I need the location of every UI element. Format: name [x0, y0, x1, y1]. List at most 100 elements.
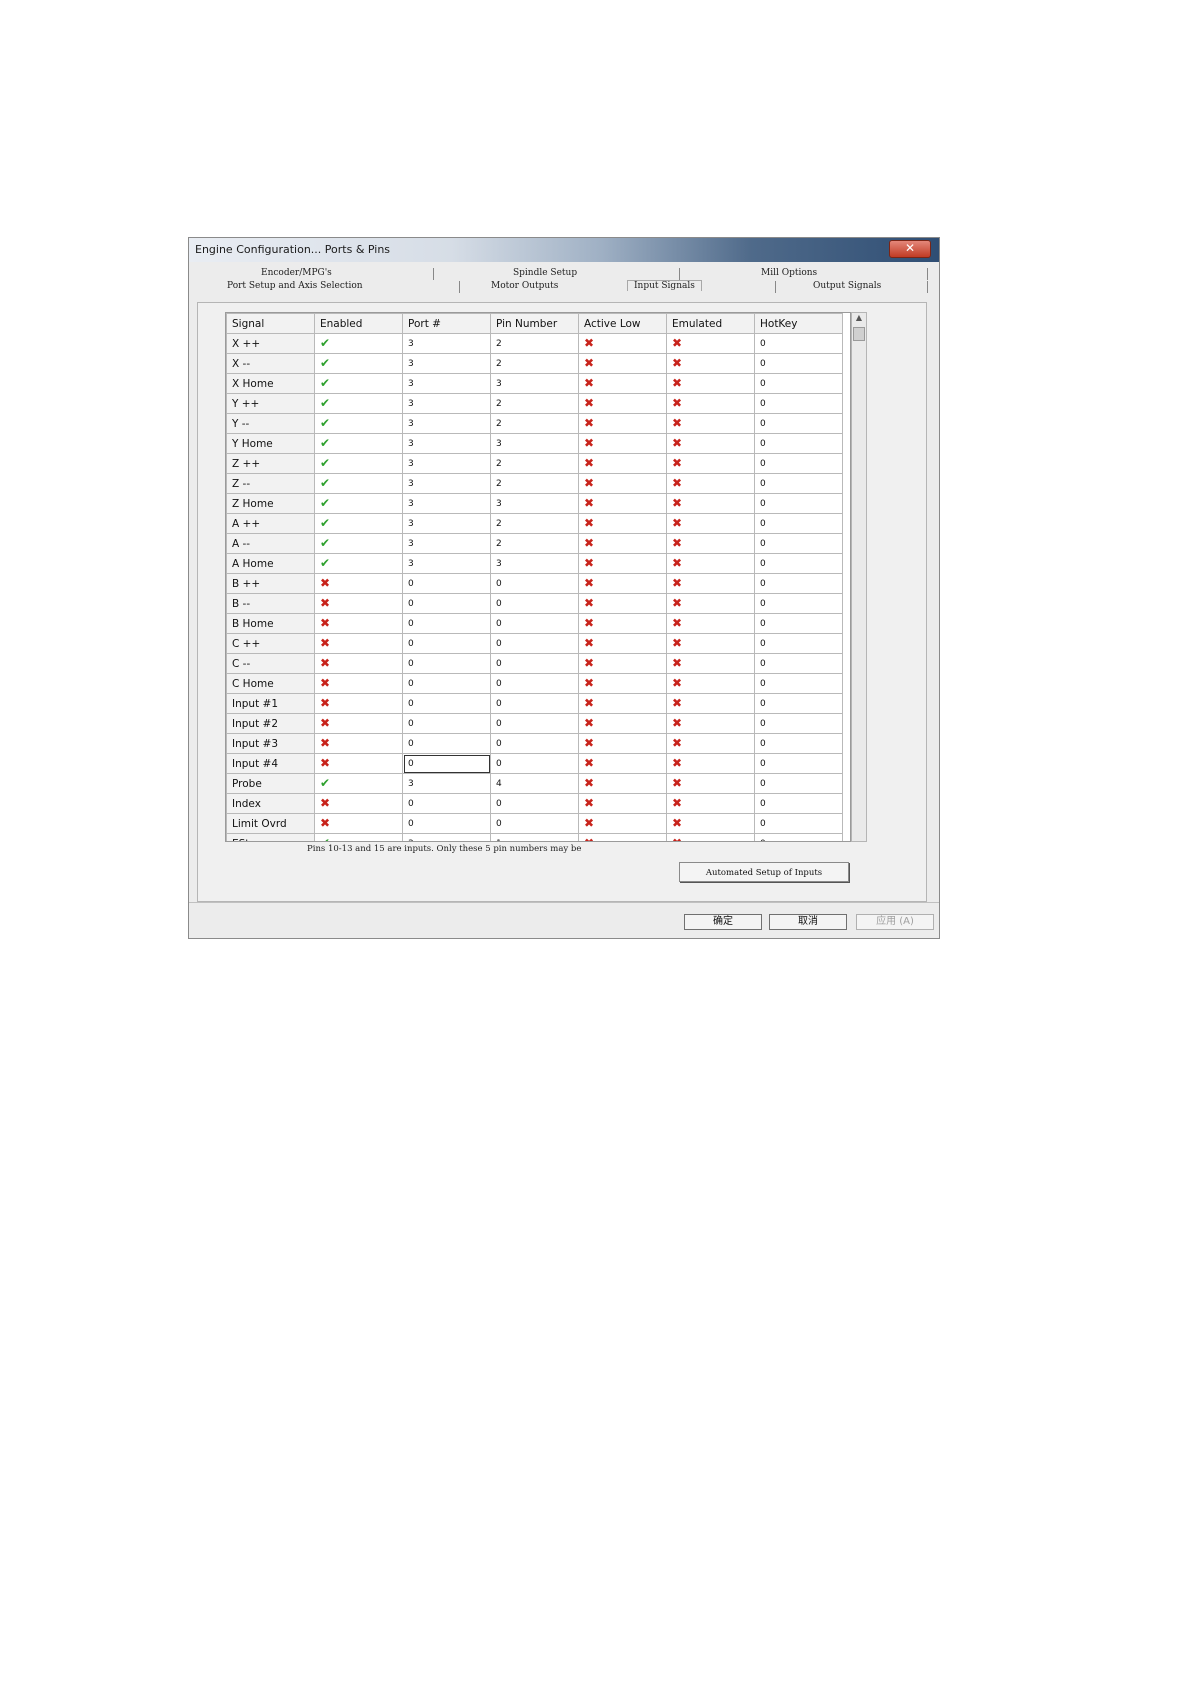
- emulated-cell[interactable]: ✖: [666, 693, 755, 714]
- table-row[interactable]: Input #1 ✖ 0 0 ✖ ✖ 0: [226, 693, 843, 714]
- emulated-cell[interactable]: ✖: [666, 833, 755, 841]
- table-row[interactable]: Input #3 ✖ 0 0 ✖ ✖ 0: [226, 733, 843, 754]
- tab-spindle-setup[interactable]: Spindle Setup: [513, 268, 577, 278]
- column-header[interactable]: HotKey: [754, 313, 843, 334]
- active-low-cell[interactable]: ✖: [578, 793, 667, 814]
- hotkey-cell[interactable]: 0: [754, 713, 843, 734]
- column-header[interactable]: Port #: [402, 313, 491, 334]
- emulated-cell[interactable]: ✖: [666, 673, 755, 694]
- emulated-cell[interactable]: ✖: [666, 433, 755, 454]
- hotkey-cell[interactable]: 0: [754, 833, 843, 841]
- active-low-cell[interactable]: ✖: [578, 613, 667, 634]
- pin-number-cell[interactable]: 0: [490, 673, 579, 694]
- emulated-cell[interactable]: ✖: [666, 353, 755, 374]
- emulated-cell[interactable]: ✖: [666, 813, 755, 834]
- enabled-cell[interactable]: ✔: [314, 773, 403, 794]
- enabled-cell[interactable]: ✖: [314, 733, 403, 754]
- emulated-cell[interactable]: ✖: [666, 373, 755, 394]
- table-row[interactable]: Y Home ✔ 3 3 ✖ ✖ 0: [226, 433, 843, 454]
- port-cell[interactable]: 0: [402, 713, 491, 734]
- column-header[interactable]: Signal: [226, 313, 315, 334]
- pin-number-cell[interactable]: 3: [490, 553, 579, 574]
- tab-port-setup[interactable]: Port Setup and Axis Selection: [227, 281, 363, 291]
- active-low-cell[interactable]: ✖: [578, 633, 667, 654]
- table-row[interactable]: Z Home ✔ 3 3 ✖ ✖ 0: [226, 493, 843, 514]
- port-cell[interactable]: 0: [402, 633, 491, 654]
- port-cell[interactable]: 0: [402, 573, 491, 594]
- hotkey-cell[interactable]: 0: [754, 613, 843, 634]
- pin-number-cell[interactable]: 0: [490, 653, 579, 674]
- port-cell[interactable]: 3: [402, 553, 491, 574]
- active-low-cell[interactable]: ✖: [578, 393, 667, 414]
- port-cell[interactable]: 0: [402, 613, 491, 634]
- active-low-cell[interactable]: ✖: [578, 533, 667, 554]
- active-low-cell[interactable]: ✖: [578, 733, 667, 754]
- tab-motor-outputs[interactable]: Motor Outputs: [491, 281, 558, 291]
- table-row[interactable]: C -- ✖ 0 0 ✖ ✖ 0: [226, 653, 843, 674]
- port-cell[interactable]: 0: [402, 593, 491, 614]
- enabled-cell[interactable]: ✔: [314, 333, 403, 354]
- pin-number-cell[interactable]: 0: [490, 753, 579, 774]
- hotkey-cell[interactable]: 0: [754, 553, 843, 574]
- pin-number-cell[interactable]: 0: [490, 633, 579, 654]
- hotkey-cell[interactable]: 0: [754, 413, 843, 434]
- hotkey-cell[interactable]: 0: [754, 653, 843, 674]
- tab-encoder-mpg[interactable]: Encoder/MPG's: [261, 268, 332, 278]
- port-cell[interactable]: 0: [402, 753, 491, 774]
- table-row[interactable]: A Home ✔ 3 3 ✖ ✖ 0: [226, 553, 843, 574]
- active-low-cell[interactable]: ✖: [578, 473, 667, 494]
- enabled-cell[interactable]: ✔: [314, 493, 403, 514]
- pin-number-cell[interactable]: 0: [490, 693, 579, 714]
- table-row[interactable]: EStop ✔ 31 ✖ ✖ 0: [226, 833, 843, 841]
- active-low-cell[interactable]: ✖: [578, 713, 667, 734]
- hotkey-cell[interactable]: 0: [754, 493, 843, 514]
- enabled-cell[interactable]: ✖: [314, 793, 403, 814]
- pin-number-cell[interactable]: 0: [490, 793, 579, 814]
- pin-number-cell[interactable]: 2: [490, 513, 579, 534]
- active-low-cell[interactable]: ✖: [578, 553, 667, 574]
- table-row[interactable]: Y ++ ✔ 3 2 ✖ ✖ 0: [226, 393, 843, 414]
- active-low-cell[interactable]: ✖: [578, 513, 667, 534]
- active-low-cell[interactable]: ✖: [578, 573, 667, 594]
- active-low-cell[interactable]: ✖: [578, 453, 667, 474]
- port-cell[interactable]: 3: [402, 433, 491, 454]
- active-low-cell[interactable]: ✖: [578, 493, 667, 514]
- enabled-cell[interactable]: ✖: [314, 673, 403, 694]
- enabled-cell[interactable]: ✔: [314, 373, 403, 394]
- active-low-cell[interactable]: ✖: [578, 773, 667, 794]
- emulated-cell[interactable]: ✖: [666, 473, 755, 494]
- hotkey-cell[interactable]: 0: [754, 513, 843, 534]
- emulated-cell[interactable]: ✖: [666, 413, 755, 434]
- port-cell[interactable]: 3: [402, 353, 491, 374]
- table-row[interactable]: Input #4 ✖ 0 0 ✖ ✖ 0: [226, 753, 843, 774]
- cancel-button[interactable]: 取消: [769, 914, 847, 930]
- pin-number-cell[interactable]: 0: [490, 713, 579, 734]
- automated-setup-button[interactable]: Automated Setup of Inputs: [679, 862, 849, 882]
- emulated-cell[interactable]: ✖: [666, 493, 755, 514]
- table-row[interactable]: B Home ✖ 0 0 ✖ ✖ 0: [226, 613, 843, 634]
- enabled-cell[interactable]: ✖: [314, 753, 403, 774]
- enabled-cell[interactable]: ✔: [314, 533, 403, 554]
- port-cell[interactable]: 0: [402, 693, 491, 714]
- emulated-cell[interactable]: ✖: [666, 753, 755, 774]
- table-row[interactable]: C Home ✖ 0 0 ✖ ✖ 0: [226, 673, 843, 694]
- enabled-cell[interactable]: ✔: [314, 473, 403, 494]
- enabled-cell[interactable]: ✖: [314, 653, 403, 674]
- enabled-cell[interactable]: ✖: [314, 633, 403, 654]
- tab-output-signals[interactable]: Output Signals: [813, 281, 881, 291]
- active-low-cell[interactable]: ✖: [578, 653, 667, 674]
- table-row[interactable]: Limit Ovrd ✖ 0 0 ✖ ✖ 0: [226, 813, 843, 834]
- pin-number-cell[interactable]: 4: [490, 773, 579, 794]
- active-low-cell[interactable]: ✖: [578, 353, 667, 374]
- hotkey-cell[interactable]: 0: [754, 733, 843, 754]
- pin-number-cell[interactable]: 0: [490, 593, 579, 614]
- emulated-cell[interactable]: ✖: [666, 713, 755, 734]
- hotkey-cell[interactable]: 0: [754, 473, 843, 494]
- active-low-cell[interactable]: ✖: [578, 833, 667, 841]
- apply-button[interactable]: 应用 (A): [856, 914, 934, 930]
- table-row[interactable]: X Home ✔ 3 3 ✖ ✖ 0: [226, 373, 843, 394]
- port-cell[interactable]: 3: [402, 453, 491, 474]
- port-cell[interactable]: 3: [402, 393, 491, 414]
- tab-input-signals[interactable]: Input Signals: [627, 280, 702, 291]
- table-row[interactable]: Index ✖ 0 0 ✖ ✖ 0: [226, 793, 843, 814]
